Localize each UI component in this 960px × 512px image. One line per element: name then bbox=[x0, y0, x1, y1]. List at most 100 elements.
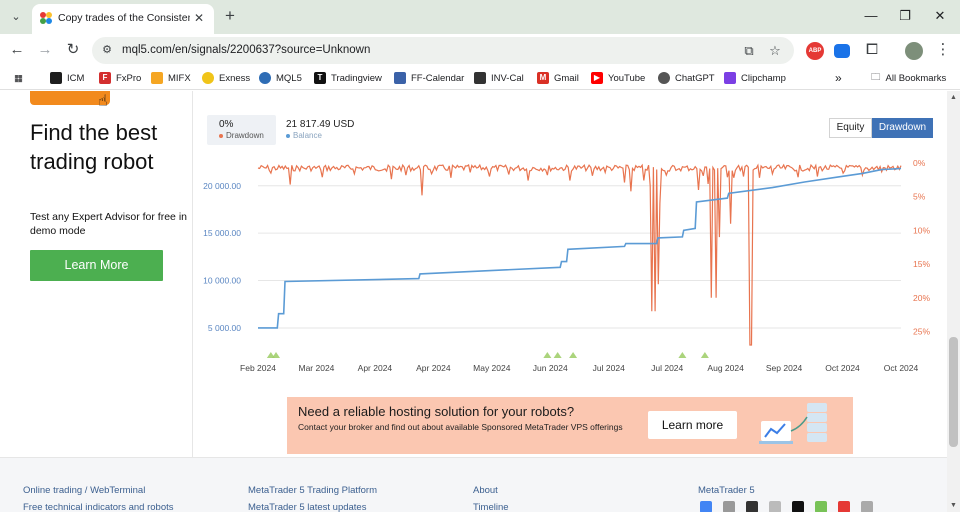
bookmark-icm[interactable]: ICM bbox=[50, 71, 84, 85]
extensions-puzzle-icon[interactable]: ⧠ bbox=[862, 40, 882, 60]
huawei-icon[interactable] bbox=[838, 501, 850, 512]
profile-avatar[interactable] bbox=[905, 42, 923, 60]
browser-toolbar: ← → ↻ ⚙ mql5.com/en/signals/2200637?sour… bbox=[0, 34, 960, 66]
bookmark-gmail[interactable]: M Gmail bbox=[537, 71, 579, 85]
x-tick-label: Apr 2024 bbox=[358, 363, 393, 373]
clipchamp-icon bbox=[724, 72, 736, 84]
footer-link-timeline[interactable]: Timeline bbox=[473, 502, 509, 512]
x-tick-label: Jun 2024 bbox=[533, 363, 568, 373]
y-left-tick-label: 15 000.00 bbox=[203, 228, 241, 238]
bookmark-clipchamp[interactable]: Clipchamp bbox=[724, 71, 786, 85]
url-text[interactable]: mql5.com/en/signals/2200637?source=Unkno… bbox=[122, 44, 370, 56]
folder-icon: 🗀 bbox=[871, 72, 881, 83]
apple-icon[interactable] bbox=[792, 501, 804, 512]
tab-strip: ⌄ Copy trades of the Consistent M ✕ + — … bbox=[0, 0, 960, 34]
bookmark-chatgpt[interactable]: ChatGPT bbox=[658, 71, 715, 85]
deal-marker bbox=[543, 352, 552, 358]
footer-link-free-indicators[interactable]: Free technical indicators and robots bbox=[23, 502, 174, 512]
footer-link-metatrader5[interactable]: MetaTrader 5 bbox=[698, 485, 755, 496]
adblock-icon[interactable]: ABP bbox=[806, 42, 824, 60]
bookmark-fxpro[interactable]: F FxPro bbox=[99, 71, 141, 85]
web-icon[interactable] bbox=[769, 501, 781, 512]
mac-icon[interactable] bbox=[723, 501, 735, 512]
window-close-icon[interactable]: ✕ bbox=[930, 7, 950, 25]
restore-icon[interactable]: ❐ bbox=[895, 7, 915, 25]
y-right-tick-label: 10% bbox=[913, 225, 930, 235]
bookmark-mql5[interactable]: MQL5 bbox=[259, 71, 302, 85]
page-scrollbar[interactable]: ▲ ▼ bbox=[947, 91, 960, 512]
footer-link-mt5-updates[interactable]: MetaTrader 5 latest updates bbox=[248, 502, 366, 512]
drawdown-summary: 0% Drawdown bbox=[207, 115, 276, 145]
bookmark-tradingview[interactable]: T Tradingview bbox=[314, 71, 382, 85]
tab-search-icon[interactable]: ⌄ bbox=[6, 7, 26, 27]
scroll-up-icon[interactable]: ▲ bbox=[947, 91, 960, 104]
footer-link-about[interactable]: About bbox=[473, 485, 498, 496]
deal-marker bbox=[569, 352, 578, 358]
apk-icon[interactable] bbox=[861, 501, 873, 512]
bookmark-star-icon[interactable]: ☆ bbox=[767, 43, 783, 59]
tab-title: Copy trades of the Consistent M bbox=[58, 12, 190, 24]
windows-icon[interactable] bbox=[700, 501, 712, 512]
more-bookmarks-icon[interactable]: » bbox=[835, 71, 842, 85]
menu-kebab-icon[interactable]: ⋮ bbox=[933, 40, 953, 60]
minimize-icon[interactable]: — bbox=[861, 7, 881, 25]
balance-drawdown-chart: 5 000.00 10 000.00 15 000.00 20 000.00 0% 5% 1… bbox=[203, 158, 930, 373]
hosting-banner[interactable]: Need a reliable hosting solution for you… bbox=[287, 397, 853, 454]
x-tick-label: Jul 2024 bbox=[593, 363, 625, 373]
tab-close-icon[interactable]: ✕ bbox=[192, 11, 206, 25]
site-info-icon[interactable]: ⚙ bbox=[100, 43, 114, 57]
linux-icon[interactable] bbox=[746, 501, 758, 512]
footer-link-webterminal[interactable]: Online trading / WebTerminal bbox=[23, 485, 145, 496]
bookmark-youtube[interactable]: ▶ YouTube bbox=[591, 71, 645, 85]
drawdown-dot-icon bbox=[219, 133, 223, 138]
x-tick-label: Oct 2024 bbox=[884, 363, 919, 373]
hosting-title: Need a reliable hosting solution for you… bbox=[298, 404, 575, 419]
all-bookmarks[interactable]: 🗀 All Bookmarks bbox=[871, 71, 946, 85]
fxpro-icon: F bbox=[99, 72, 111, 84]
mifx-icon bbox=[151, 72, 163, 84]
new-tab-icon[interactable]: + bbox=[221, 7, 239, 25]
bookmark-exness[interactable]: Exness bbox=[202, 71, 250, 85]
y-left-tick-label: 10 000.00 bbox=[203, 276, 241, 286]
android-icon[interactable] bbox=[815, 501, 827, 512]
x-tick-label: Sep 2024 bbox=[766, 363, 803, 373]
bookmarks-bar: ▦ ICM F FxPro MIFX Exness MQL5 T Tradingvi… bbox=[0, 66, 960, 90]
back-icon[interactable]: ← bbox=[7, 40, 27, 60]
reload-icon[interactable]: ↻ bbox=[63, 40, 83, 60]
hosting-text: Contact your broker and find out about a… bbox=[298, 422, 623, 432]
bookmark-mifx[interactable]: MIFX bbox=[151, 71, 191, 85]
scroll-thumb[interactable] bbox=[949, 337, 958, 447]
y-left-tick-label: 5 000.00 bbox=[208, 323, 241, 333]
address-bar[interactable]: ⚙ mql5.com/en/signals/2200637?source=Unk… bbox=[92, 37, 794, 64]
apps-grid-icon[interactable]: ▦ bbox=[14, 71, 23, 85]
install-app-icon[interactable]: ⧉ bbox=[741, 43, 757, 59]
promo-subtext: Test any Expert Advisor for free in demo… bbox=[30, 211, 187, 237]
drawdown-toggle-button[interactable]: Drawdown bbox=[872, 118, 933, 138]
y-right-tick-label: 15% bbox=[913, 259, 930, 269]
equity-toggle-button[interactable]: Equity bbox=[829, 118, 872, 138]
drawdown-series-line bbox=[257, 163, 902, 346]
active-tab[interactable]: Copy trades of the Consistent M ✕ bbox=[32, 4, 214, 34]
balance-legend: Balance bbox=[286, 131, 322, 140]
extension-screen-icon[interactable] bbox=[834, 44, 850, 58]
ff-calendar-icon bbox=[394, 72, 406, 84]
inv-cal-icon bbox=[474, 72, 486, 84]
x-tick-label: Jul 2024 bbox=[651, 363, 683, 373]
exness-icon bbox=[202, 72, 214, 84]
learn-more-button[interactable]: Learn More bbox=[30, 250, 163, 281]
icm-icon bbox=[50, 72, 62, 84]
deal-marker bbox=[272, 352, 281, 358]
promo-headline: Find the best trading robot bbox=[30, 120, 158, 174]
page-content: ☝ Find the best trading robot Test any E… bbox=[0, 91, 947, 512]
bookmark-inv-cal[interactable]: INV-Cal bbox=[474, 71, 524, 85]
forward-icon[interactable]: → bbox=[35, 40, 55, 60]
scroll-down-icon[interactable]: ▼ bbox=[947, 499, 960, 512]
chatgpt-icon bbox=[658, 72, 670, 84]
y-right-tick-label: 0% bbox=[913, 158, 926, 168]
y-right-tick-label: 25% bbox=[913, 327, 930, 337]
footer-link-mt5-platform[interactable]: MetaTrader 5 Trading Platform bbox=[248, 485, 377, 496]
youtube-icon: ▶ bbox=[591, 72, 603, 84]
hosting-learn-more-button[interactable]: Learn more bbox=[648, 411, 737, 439]
x-tick-label: Apr 2024 bbox=[416, 363, 451, 373]
bookmark-ff-calendar[interactable]: FF-Calendar bbox=[394, 71, 464, 85]
